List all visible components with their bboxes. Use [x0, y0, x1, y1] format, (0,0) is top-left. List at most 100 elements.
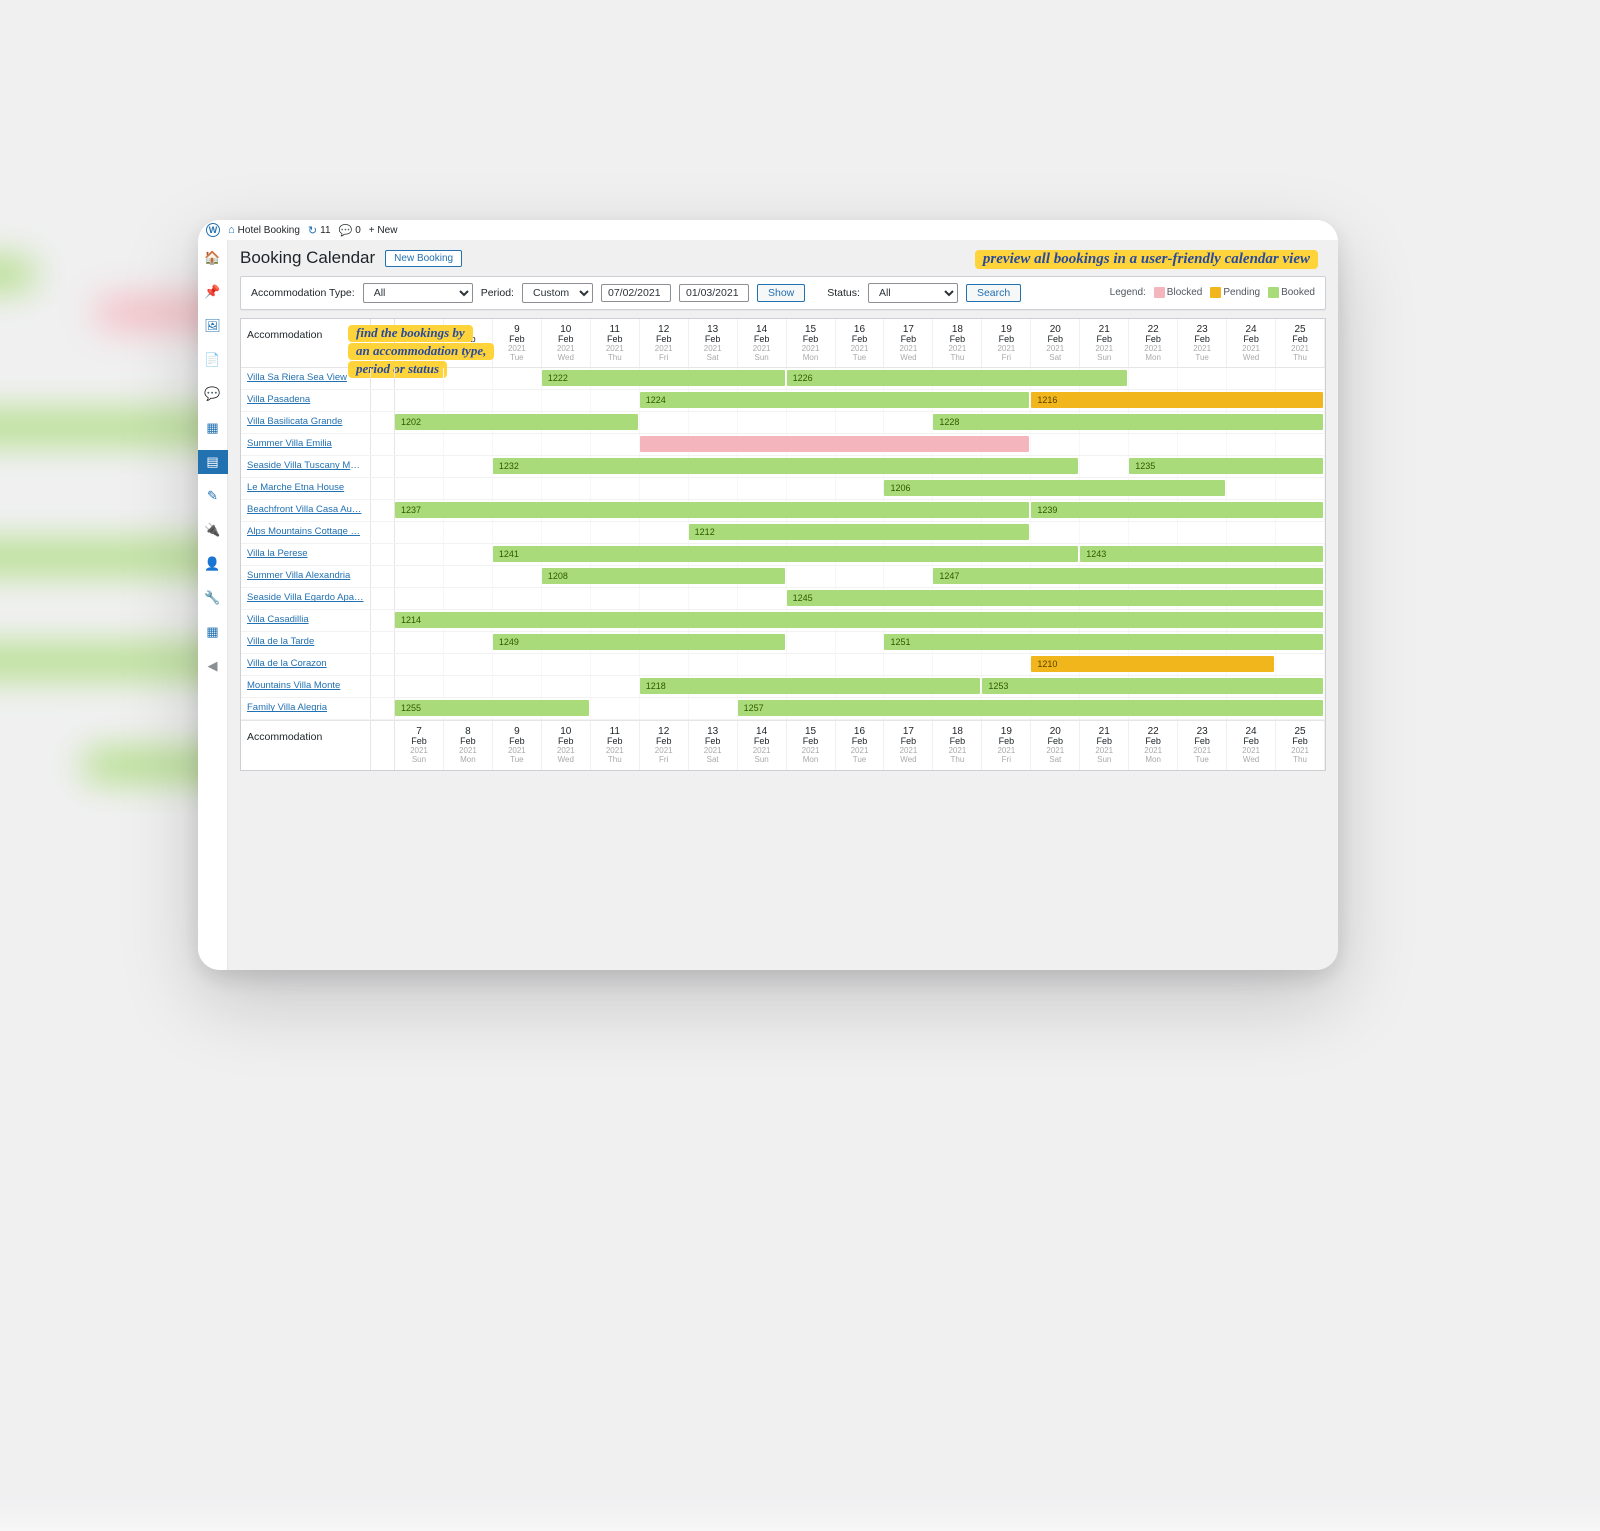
booking-bar[interactable]	[640, 436, 1030, 452]
comments-sidebar-icon[interactable]: 💬	[198, 382, 228, 406]
accommodation-link[interactable]: Villa de la Corazon	[241, 654, 371, 675]
booking-bar[interactable]: 1206	[884, 480, 1225, 496]
calendar-row: Villa Casadillia 1214	[241, 610, 1325, 632]
accommodation-link[interactable]: Le Marche Etna House	[241, 478, 371, 499]
booking-bar[interactable]: 1243	[1080, 546, 1323, 562]
comments-icon: 💬	[339, 224, 353, 237]
booking-bar[interactable]: 1210	[1031, 656, 1274, 672]
accommodation-link[interactable]: Villa Casadillia	[241, 610, 371, 631]
booking-bar[interactable]: 1214	[395, 612, 1323, 628]
calendar-row: Seaside Villa Egardo Apa… 1245	[241, 588, 1325, 610]
calendar-day-col: 13Feb2021Sat	[689, 721, 738, 769]
wp-sidebar: 🏠 📌 🖼 📄 💬 ▦ ▤ ✎ 🔌 👤 🔧 ▦ ◀	[198, 240, 228, 970]
accommodation-link[interactable]: Villa Sa Riera Sea View	[241, 368, 371, 389]
new-booking-button[interactable]: New Booking	[385, 250, 462, 267]
posts-icon[interactable]: 📌	[198, 280, 228, 304]
calendar-row: Villa la Perese 12411243	[241, 544, 1325, 566]
accommodation-link[interactable]: Seaside Villa Tuscany Ma…	[241, 456, 371, 477]
booking-bar[interactable]: 1212	[689, 524, 1030, 540]
users-icon[interactable]: 👤	[198, 552, 228, 576]
booking-bar[interactable]: 1228	[933, 414, 1323, 430]
booking-bar[interactable]: 1245	[787, 590, 1323, 606]
period-select[interactable]: Custom	[522, 283, 593, 303]
booking-bar[interactable]: 1202	[395, 414, 638, 430]
collapse-icon[interactable]: ◀	[198, 654, 228, 678]
calendar-day-col: 15Feb2021Mon	[787, 721, 836, 769]
calendar-day-col: 23Feb2021Tue	[1178, 319, 1227, 367]
booking-bar[interactable]: 1232	[493, 458, 1078, 474]
calendar: Accommodation 7Feb2021Sun8Feb2021Mon9Feb…	[240, 318, 1326, 771]
appearance-icon[interactable]: ✎	[198, 484, 228, 508]
booking-bar[interactable]: 1253	[982, 678, 1323, 694]
calendar-day-col: 15Feb2021Mon	[787, 319, 836, 367]
adminbar-site[interactable]: ⌂ Hotel Booking	[228, 224, 300, 236]
adminbar-updates[interactable]: ↻ 11	[308, 224, 331, 237]
calendar-row: Villa de la Corazon 1210	[241, 654, 1325, 676]
date-from-input[interactable]	[601, 284, 671, 302]
calendar-day-col: 23Feb2021Tue	[1178, 721, 1227, 769]
pages-icon[interactable]: 📄	[198, 348, 228, 372]
booking-bar[interactable]: 1255	[395, 700, 589, 716]
accommodation-link[interactable]: Mountains Villa Monte	[241, 676, 371, 697]
booking-bar[interactable]: 1239	[1031, 502, 1323, 518]
booking-bar[interactable]: 1224	[640, 392, 1030, 408]
legend-swatch-blocked	[1154, 287, 1165, 298]
tools-icon[interactable]: 🔧	[198, 586, 228, 610]
acc-type-select[interactable]: All	[363, 283, 473, 303]
calendar-day-col: 22Feb2021Mon	[1129, 319, 1178, 367]
calendar-day-col: 19Feb2021Fri	[982, 721, 1031, 769]
calendar-body: Villa Sa Riera Sea View 12221226 Villa Pas…	[241, 368, 1325, 720]
accommodation-link[interactable]: Summer Villa Alexandria	[241, 566, 371, 587]
calendar-day-col: 20Feb2021Sat	[1031, 319, 1080, 367]
booking-bar[interactable]: 1216	[1031, 392, 1323, 408]
calendar-row: Villa Sa Riera Sea View 12221226	[241, 368, 1325, 390]
booking-bar[interactable]: 1257	[738, 700, 1323, 716]
show-button[interactable]: Show	[757, 284, 805, 302]
calendar-day-col: 16Feb2021Tue	[836, 319, 885, 367]
accommodation-link[interactable]: Villa Pasadena	[241, 390, 371, 411]
calendar-day-col: 13Feb2021Sat	[689, 319, 738, 367]
booking-bar[interactable]: 1222	[542, 370, 785, 386]
adminbar-comments[interactable]: 💬 0	[339, 224, 361, 237]
calendar-row: Villa de la Tarde 1249 1251	[241, 632, 1325, 654]
annotation-left-2: an accommodation type,	[348, 343, 494, 360]
accommodation-link[interactable]: Seaside Villa Egardo Apa…	[241, 588, 371, 609]
accommodation-link[interactable]: Villa de la Tarde	[241, 632, 371, 653]
booking-bar[interactable]: 1247	[933, 568, 1323, 584]
booking-bar[interactable]: 1235	[1129, 458, 1323, 474]
annotation-left-1: find the bookings by	[348, 325, 473, 342]
media-icon[interactable]: 🖼	[198, 314, 228, 338]
booking-bar[interactable]: 1218	[640, 678, 981, 694]
adminbar-new[interactable]: + New	[369, 225, 398, 236]
calendar-icon[interactable]: ▤	[198, 450, 228, 474]
date-to-input[interactable]	[679, 284, 749, 302]
accommodation-link[interactable]: Beachfront Villa Casa Au…	[241, 500, 371, 521]
accommodation-link[interactable]: Family Villa Alegria	[241, 698, 371, 719]
booking-bar[interactable]: 1226	[787, 370, 1128, 386]
plugins-icon[interactable]: 🔌	[198, 518, 228, 542]
accommodation-link[interactable]: Summer Villa Emilia	[241, 434, 371, 455]
calendar-row: Villa Basilicata Grande 1202 1228	[241, 412, 1325, 434]
settings-icon[interactable]: ▦	[198, 620, 228, 644]
booking-bar[interactable]: 1208	[542, 568, 785, 584]
booking-bar[interactable]: 1251	[884, 634, 1323, 650]
calendar-day-col: 14Feb2021Sun	[738, 319, 787, 367]
calendar-row: Villa Pasadena 12241216	[241, 390, 1325, 412]
booking-bar[interactable]: 1237	[395, 502, 1029, 518]
wordpress-logo-icon[interactable]: W	[206, 223, 220, 237]
bookings-icon[interactable]: ▦	[198, 416, 228, 440]
updates-icon: ↻	[308, 224, 317, 237]
calendar-day-col: 21Feb2021Sun	[1080, 319, 1129, 367]
period-label: Period:	[481, 287, 514, 299]
calendar-day-col: 12Feb2021Fri	[640, 721, 689, 769]
legend-swatch-booked	[1268, 287, 1279, 298]
accommodation-link[interactable]: Villa Basilicata Grande	[241, 412, 371, 433]
booking-bar[interactable]: 1249	[493, 634, 785, 650]
booking-bar[interactable]: 1241	[493, 546, 1078, 562]
search-button[interactable]: Search	[966, 284, 1021, 302]
status-select[interactable]: All	[868, 283, 958, 303]
legend-swatch-pending	[1210, 287, 1221, 298]
accommodation-link[interactable]: Villa la Perese	[241, 544, 371, 565]
accommodation-link[interactable]: Alps Mountains Cottage …	[241, 522, 371, 543]
dashboard-icon[interactable]: 🏠	[198, 246, 228, 270]
